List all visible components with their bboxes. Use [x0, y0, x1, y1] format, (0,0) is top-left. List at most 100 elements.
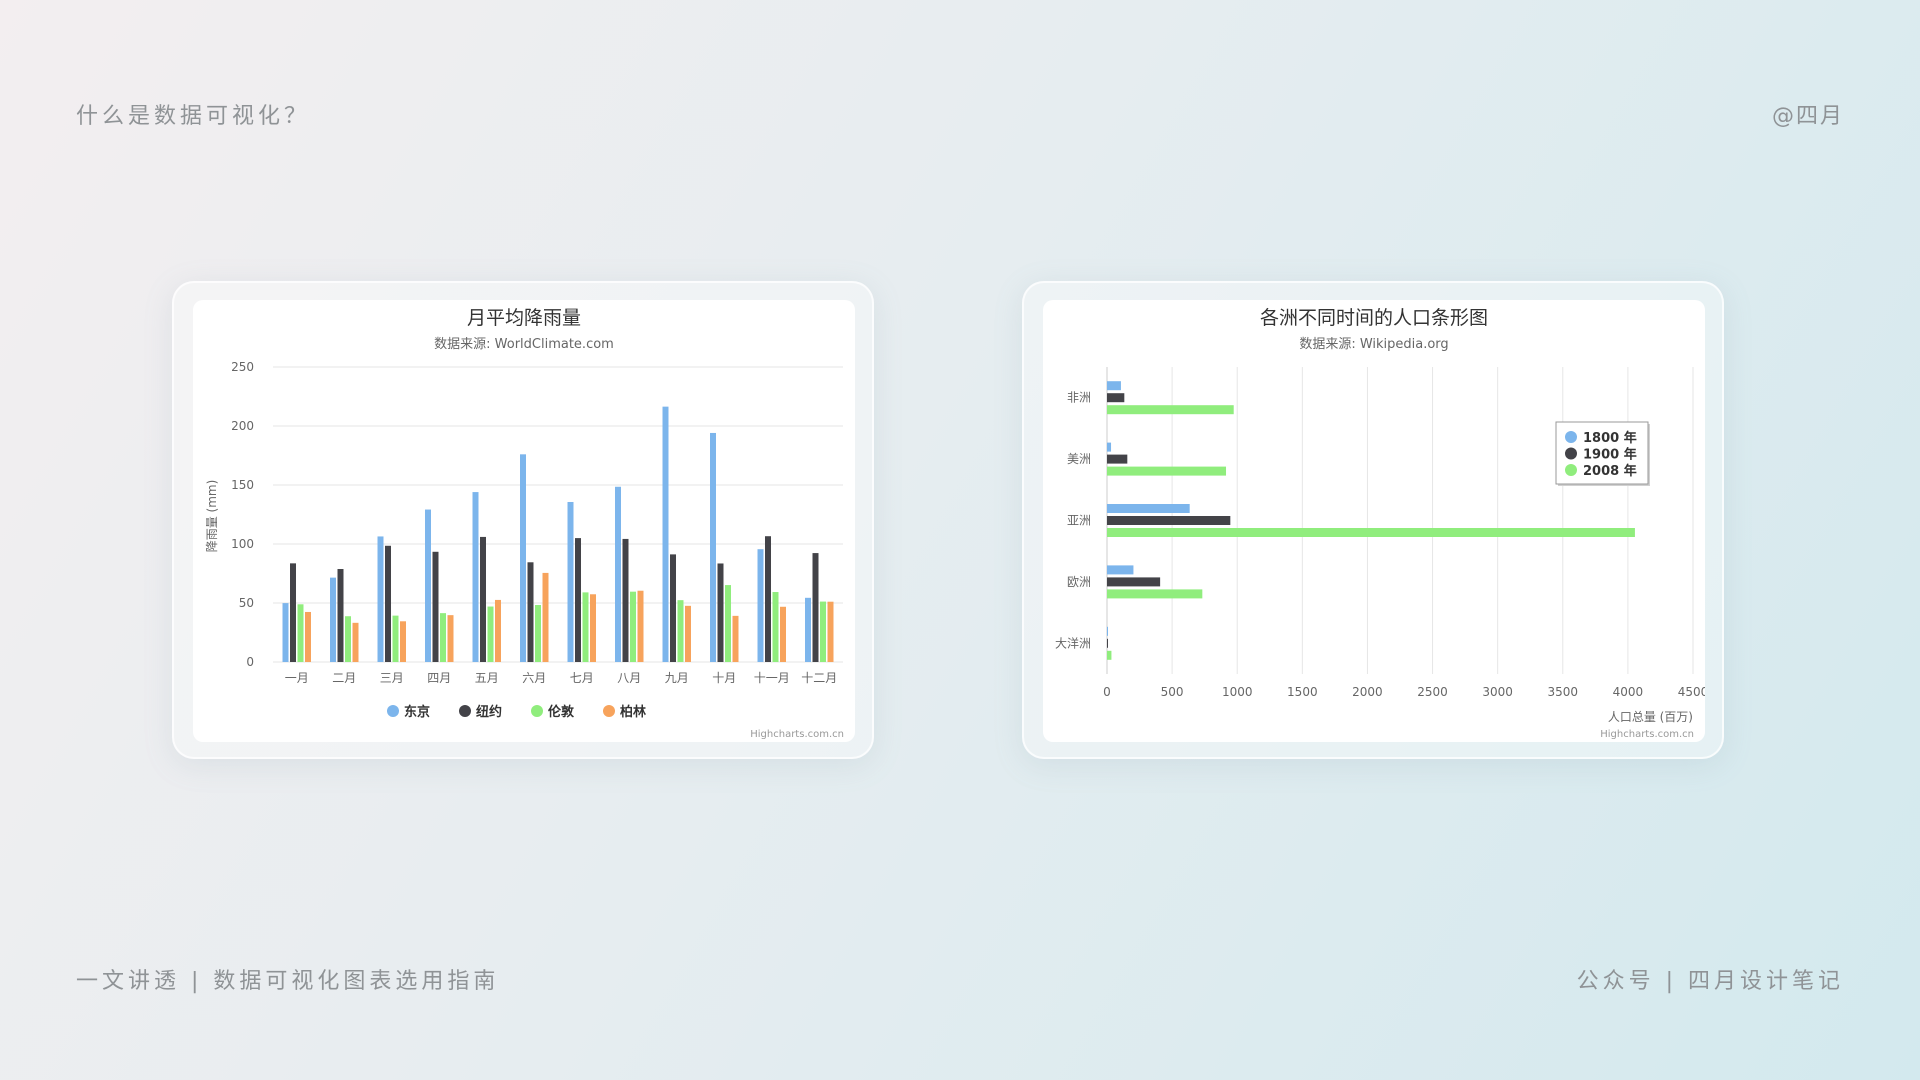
bar[interactable] — [575, 538, 581, 662]
x-tick-label: 七月 — [570, 671, 594, 685]
legend-marker[interactable] — [531, 705, 543, 717]
legend-marker[interactable] — [1565, 464, 1577, 476]
bar[interactable] — [582, 592, 589, 662]
x-tick-label: 二月 — [332, 671, 356, 685]
rainfall-chart-panel: 月平均降雨量 数据来源: WorldClimate.com 0 50 100 150 2… — [172, 281, 874, 759]
bar[interactable] — [1107, 650, 1112, 660]
x-axis-label: 人口总量 (百万) — [1608, 710, 1693, 724]
legend-marker[interactable] — [1565, 431, 1577, 443]
bar[interactable] — [772, 592, 779, 662]
bar[interactable] — [685, 605, 691, 662]
bar[interactable] — [337, 569, 344, 662]
x-tick-label: 2500 — [1417, 685, 1448, 699]
bar[interactable] — [725, 585, 731, 662]
bar[interactable] — [1107, 466, 1227, 476]
bar[interactable] — [472, 492, 479, 662]
bar[interactable] — [1107, 381, 1121, 391]
bar[interactable] — [765, 536, 771, 662]
y-tick-label: 100 — [231, 537, 254, 551]
legend-item-label[interactable]: 东京 — [404, 704, 430, 720]
bar[interactable] — [352, 622, 359, 662]
bar[interactable] — [447, 615, 454, 662]
bar[interactable] — [1107, 589, 1203, 599]
legend-item-label[interactable]: 1800 年 — [1583, 430, 1637, 446]
bar[interactable] — [670, 554, 676, 662]
population-chart-panel: 各洲不同时间的人口条形图 数据来源: Wikipedia.org 0 500 100… — [1022, 281, 1724, 759]
bar[interactable] — [290, 563, 296, 662]
y-tick-label: 欧洲 — [1067, 575, 1091, 589]
x-tick-label: 3500 — [1548, 685, 1579, 699]
bar[interactable] — [567, 501, 574, 662]
bar[interactable] — [1107, 393, 1125, 403]
bar[interactable] — [1107, 504, 1190, 513]
x-tick-label: 三月 — [380, 671, 404, 685]
bar[interactable] — [1107, 626, 1108, 636]
bar[interactable] — [487, 606, 494, 662]
legend-marker[interactable] — [603, 705, 615, 717]
bar[interactable] — [780, 606, 786, 662]
bar[interactable] — [1107, 405, 1234, 415]
bar[interactable] — [1107, 565, 1134, 575]
bar[interactable] — [385, 545, 391, 662]
bar[interactable] — [1107, 454, 1128, 464]
legend-marker[interactable] — [387, 705, 399, 717]
bar[interactable] — [677, 600, 684, 662]
rainfall-chart-card: 月平均降雨量 数据来源: WorldClimate.com 0 50 100 150 2… — [193, 300, 855, 742]
legend-item-label[interactable]: 纽约 — [476, 704, 502, 720]
bar[interactable] — [1107, 528, 1635, 537]
chart-subtitle: 数据来源: WorldClimate.com — [434, 337, 614, 352]
bar[interactable] — [615, 486, 621, 662]
bar[interactable] — [527, 562, 534, 662]
bar[interactable] — [637, 590, 644, 662]
y-tick-label: 50 — [239, 596, 254, 610]
bar[interactable] — [1107, 516, 1231, 525]
chart-credit: Highcharts.com.cn — [750, 729, 844, 740]
bar[interactable] — [377, 536, 384, 662]
bar[interactable] — [590, 594, 596, 662]
legend-item-label[interactable]: 伦敦 — [548, 704, 575, 720]
bar[interactable] — [732, 615, 739, 662]
bar[interactable] — [827, 601, 834, 662]
legend-item-label[interactable]: 柏林 — [620, 704, 646, 720]
legend-item-label[interactable]: 2008 年 — [1583, 463, 1637, 479]
bar[interactable] — [757, 549, 764, 662]
legend-marker[interactable] — [459, 705, 471, 717]
bar[interactable] — [480, 536, 486, 662]
chart-credit: Highcharts.com.cn — [1600, 729, 1694, 740]
legend-item-label[interactable]: 1900 年 — [1583, 447, 1637, 463]
legend-marker[interactable] — [1565, 447, 1577, 460]
bar[interactable] — [305, 611, 311, 662]
bar[interactable] — [1107, 638, 1108, 648]
bar[interactable] — [432, 551, 439, 662]
bar[interactable] — [535, 605, 541, 662]
bar[interactable] — [622, 538, 629, 662]
bar[interactable] — [425, 509, 431, 662]
bar[interactable] — [345, 616, 351, 662]
bar[interactable] — [392, 615, 399, 662]
bar[interactable] — [717, 563, 724, 662]
x-tick-label: 1000 — [1222, 685, 1253, 699]
bar[interactable] — [495, 599, 501, 662]
bar[interactable] — [282, 603, 289, 662]
bar[interactable] — [297, 604, 304, 662]
bar[interactable] — [805, 597, 811, 662]
bar[interactable] — [812, 553, 819, 662]
bar[interactable] — [820, 601, 826, 662]
population-chart-card: 各洲不同时间的人口条形图 数据来源: Wikipedia.org 0 500 100… — [1043, 300, 1705, 742]
author-handle: @四月 — [1771, 104, 1844, 129]
bar[interactable] — [630, 591, 636, 662]
bar[interactable] — [1107, 442, 1112, 452]
bar[interactable] — [520, 454, 526, 662]
y-tick-label: 美洲 — [1067, 452, 1091, 466]
bar[interactable] — [710, 432, 716, 662]
bar[interactable] — [1107, 577, 1161, 587]
bar[interactable] — [400, 621, 406, 662]
bar[interactable] — [542, 572, 549, 662]
x-tick-label: 500 — [1161, 685, 1184, 699]
x-tick-label: 五月 — [475, 671, 499, 685]
y-tick-label: 亚洲 — [1067, 514, 1091, 528]
bar[interactable] — [662, 406, 669, 662]
bar[interactable] — [330, 577, 336, 662]
chart-title: 月平均降雨量 — [467, 307, 581, 329]
bar[interactable] — [440, 613, 446, 662]
